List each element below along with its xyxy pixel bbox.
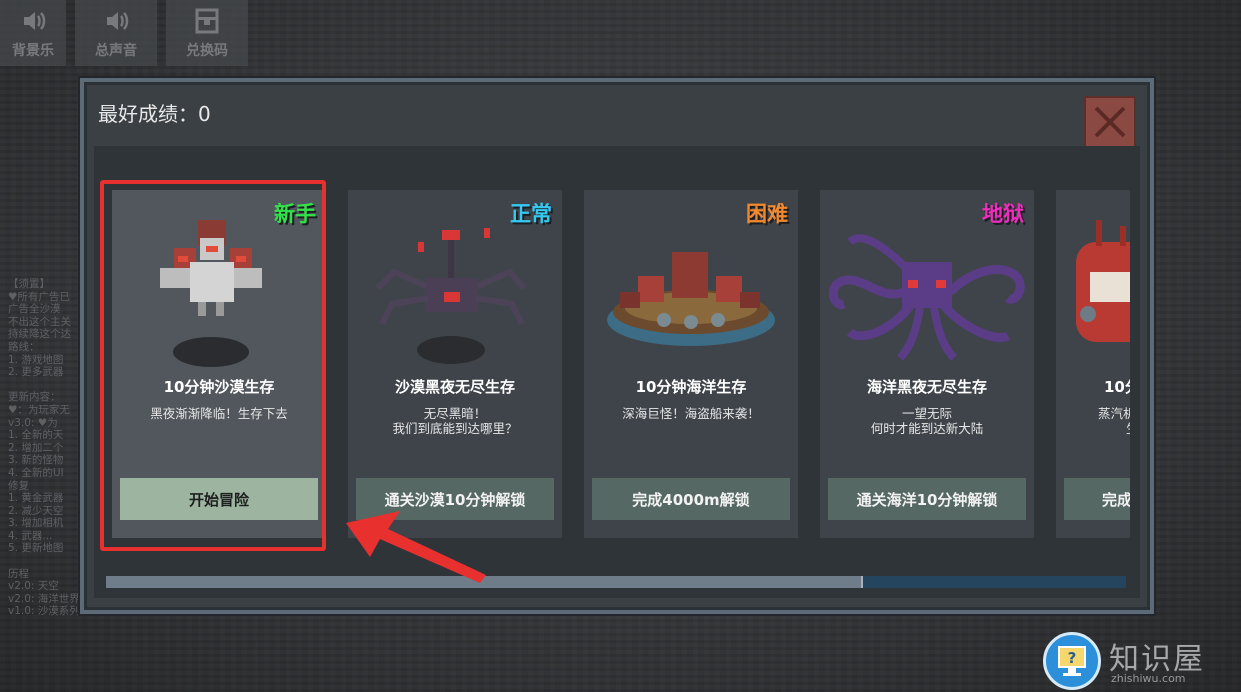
level-title: 10分 [1104, 378, 1130, 396]
level-card-ocean-night-endless[interactable]: 地狱 海洋黑夜无尽生存 一望无际 何时才能到达新大陆 通关海洋10分钟解锁 [820, 190, 1034, 538]
steam-machine-icon [1076, 220, 1130, 342]
locked-level-button[interactable]: 通关海洋10分钟解锁 [828, 478, 1026, 520]
close-button[interactable] [1084, 96, 1136, 148]
locked-level-button[interactable]: 完成5 [1064, 478, 1130, 520]
watermark-url: zhishiwu.com [1111, 672, 1186, 685]
level-desc-line: 何时才能到达新大陆 [870, 421, 984, 436]
bgm-button[interactable]: 背景乐 [0, 0, 66, 66]
highlight-box [100, 180, 326, 551]
level-card-desert-night-endless[interactable]: 正常 沙漠黑夜无尽生存 无尽黑暗！ 我们到底能到达哪里？ 通关沙漠10分钟解锁 [348, 190, 562, 538]
locked-level-button[interactable]: 完成4000m解锁 [592, 478, 790, 520]
level-desc-line: 我们到底能到达哪里？ [392, 421, 518, 436]
best-score: 最好成绩：0 [98, 98, 211, 127]
best-score-value: 0 [198, 102, 211, 126]
level-desc-line: 无尽黑暗！ [423, 406, 487, 421]
horizontal-scrollbar[interactable] [106, 576, 1126, 588]
level-card-ocean-10min[interactable]: 困难 10分钟海洋生存 深海巨怪！海盗船来袭！ 完成4000m解锁 [584, 190, 798, 538]
master-volume-button[interactable]: 总声音 [75, 0, 157, 66]
close-icon [1094, 106, 1126, 138]
gift-box-icon [195, 8, 219, 34]
level-title: 沙漠黑夜无尽生存 [394, 378, 515, 396]
bgm-label: 背景乐 [12, 43, 54, 59]
level-card-steam-machine[interactable]: 10分 蒸汽机 生 完成5 [1056, 190, 1130, 538]
arrow-annotation-icon [346, 511, 486, 583]
pirate-ship-icon [607, 252, 775, 346]
level-title: 10分钟海洋生存 [635, 378, 747, 396]
level-title: 海洋黑夜无尽生存 [866, 378, 987, 396]
kraken-octopus-icon [828, 234, 1025, 361]
speaker-icon [107, 12, 129, 30]
redeem-code-label: 兑换码 [186, 43, 228, 59]
level-description: 深海巨怪！海盗船来袭！ [584, 406, 798, 421]
watermark: ? 知识屋 zhishiwu.com [1041, 622, 1241, 692]
level-desc-line: 蒸汽机 [1098, 406, 1130, 421]
level-desc-line: 一望无际 [901, 406, 952, 421]
top-toolbar: 背景乐 总声音 兑换码 [0, 0, 257, 70]
svg-text:?: ? [1068, 649, 1077, 667]
level-description: 无尽黑暗！ 我们到底能到达哪里？ [348, 406, 562, 436]
level-desc-line: 生 [1098, 421, 1130, 436]
shadow-spider-boss-icon [375, 228, 527, 364]
redeem-code-button[interactable]: 兑换码 [166, 0, 248, 66]
help-monitor-icon: ? [1043, 632, 1101, 690]
level-desc-line: 深海巨怪！海盗船来袭！ [622, 406, 760, 421]
best-score-label: 最好成绩： [98, 102, 198, 126]
speaker-icon [24, 12, 46, 30]
master-volume-label: 总声音 [95, 43, 137, 59]
level-description: 一望无际 何时才能到达新大陆 [820, 406, 1034, 436]
level-description: 蒸汽机 生 [1098, 406, 1130, 436]
